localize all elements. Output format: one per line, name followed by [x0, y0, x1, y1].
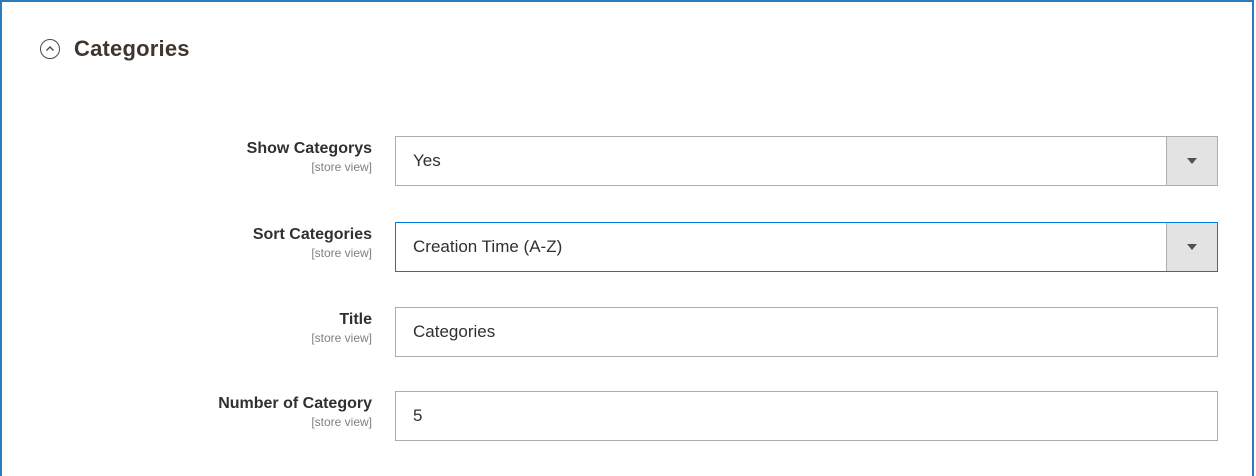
- section-title: Categories: [74, 36, 190, 61]
- field-row-sort-categories: Sort Categories [store view] Creation Ti…: [0, 222, 1254, 274]
- field-label: Show Categorys: [246, 140, 372, 157]
- field-label-group: Number of Category [store view]: [218, 393, 372, 429]
- input-value: Categories: [413, 322, 496, 341]
- field-row-show-categorys: Show Categorys [store view] Yes: [0, 136, 1254, 188]
- select-value: Yes: [413, 151, 441, 170]
- field-label: Sort Categories: [252, 226, 372, 243]
- chevron-up-circle-icon[interactable]: [40, 39, 60, 59]
- sort-categories-select[interactable]: Creation Time (A-Z): [395, 222, 1218, 272]
- field-label: Number of Category: [218, 395, 372, 412]
- section-header[interactable]: Categories: [40, 32, 190, 66]
- field-label-group: Show Categorys [store view]: [247, 138, 372, 174]
- field-row-title: Title [store view] Categories: [0, 307, 1254, 359]
- select-value: Creation Time (A-Z): [413, 237, 563, 256]
- field-label-group: Title [store view]: [311, 309, 372, 345]
- field-scope: [store view]: [311, 331, 372, 345]
- field-label-group: Sort Categories [store view]: [253, 224, 372, 260]
- field-scope: [store view]: [311, 246, 372, 260]
- show-categorys-select[interactable]: Yes: [395, 136, 1218, 186]
- input-value: 5: [413, 406, 423, 425]
- field-row-number-of-category: Number of Category [store view] 5: [0, 391, 1254, 443]
- field-scope: [store view]: [311, 160, 372, 174]
- dropdown-arrow-icon[interactable]: [1166, 137, 1217, 185]
- field-label: Title: [339, 311, 372, 328]
- title-input[interactable]: Categories: [395, 307, 1218, 357]
- dropdown-arrow-icon[interactable]: [1166, 223, 1217, 271]
- field-scope: [store view]: [311, 415, 372, 429]
- number-of-category-input[interactable]: 5: [395, 391, 1218, 441]
